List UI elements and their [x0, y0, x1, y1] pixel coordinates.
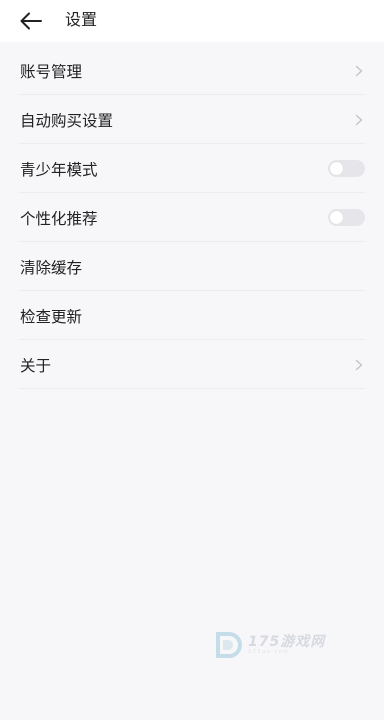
settings-item-personalized-recommendation: 个性化推荐 — [0, 193, 384, 242]
settings-item-label: 关于 — [20, 356, 52, 375]
arrow-left-icon — [20, 12, 42, 30]
settings-item-check-update[interactable]: 检查更新 — [0, 291, 384, 340]
watermark: 175游戏网 175uu.com — [214, 628, 325, 662]
back-button[interactable] — [17, 7, 45, 35]
personalized-recommendation-toggle[interactable] — [328, 209, 365, 226]
watermark-logo-icon — [216, 632, 242, 658]
chevron-right-icon — [352, 64, 366, 78]
toggle-knob — [330, 162, 343, 175]
page-title: 设置 — [65, 10, 98, 29]
teen-mode-toggle[interactable] — [328, 160, 365, 177]
top-bar: 设置 — [0, 0, 384, 42]
settings-item-label: 自动购买设置 — [20, 111, 114, 130]
settings-item-teen-mode: 青少年模式 — [0, 144, 384, 193]
divider — [19, 388, 365, 389]
toggle-knob — [330, 211, 343, 224]
settings-item-about[interactable]: 关于 — [0, 340, 384, 389]
settings-item-label: 青少年模式 — [20, 160, 98, 179]
watermark-text: 175游戏网 — [248, 634, 326, 650]
settings-item-label: 个性化推荐 — [20, 209, 98, 228]
chevron-right-icon — [352, 113, 366, 127]
settings-item-label: 账号管理 — [20, 62, 83, 81]
settings-item-label: 检查更新 — [20, 307, 83, 326]
settings-list: 账号管理 自动购买设置 青少年模式 个性化推荐 清除缓存 检查更新 关于 — [0, 46, 384, 389]
chevron-right-icon — [352, 358, 366, 372]
settings-item-auto-purchase[interactable]: 自动购买设置 — [0, 95, 384, 144]
settings-item-account[interactable]: 账号管理 — [0, 46, 384, 95]
settings-item-clear-cache[interactable]: 清除缓存 — [0, 242, 384, 291]
settings-item-label: 清除缓存 — [20, 258, 83, 277]
watermark-subtext: 175uu.com — [248, 649, 290, 655]
settings-screen: 设置 账号管理 自动购买设置 青少年模式 个性化推荐 清除缓存 检查更新 关于 … — [0, 0, 384, 720]
